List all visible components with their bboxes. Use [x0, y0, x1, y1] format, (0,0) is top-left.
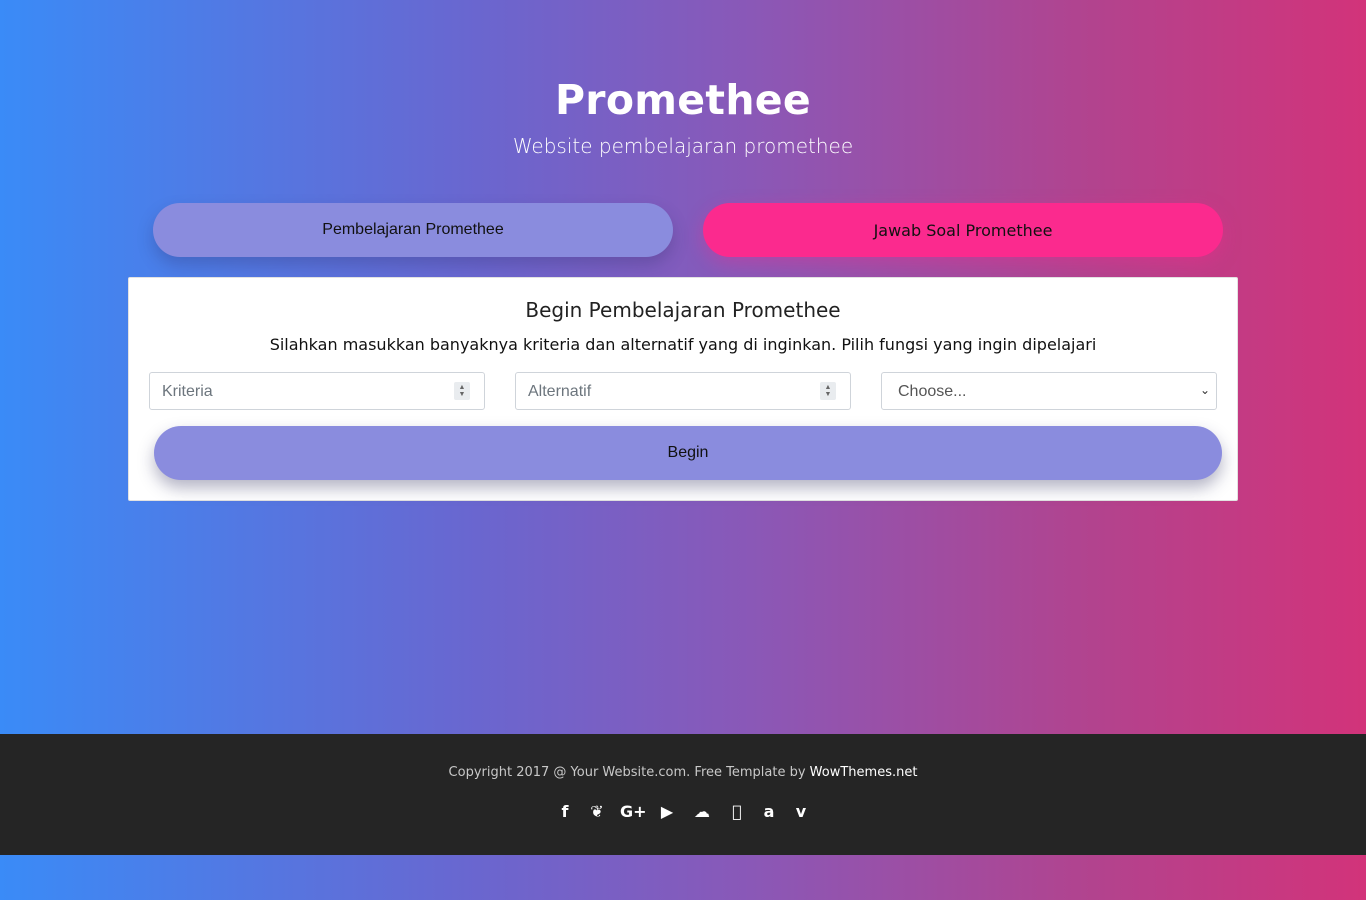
site-subtitle: Website pembelajaran promethee — [512, 134, 854, 158]
alternatif-spinner-icon[interactable]: ▲ ▼ — [820, 382, 836, 400]
chevron-down-icon: ⌄ — [1199, 383, 1210, 397]
learn-promethee-button[interactable]: Pembelajaran Promethee — [153, 203, 673, 257]
twitter-icon[interactable]: ❦ — [588, 802, 606, 821]
function-select-value: Choose... — [898, 383, 967, 400]
apple-icon[interactable]:  — [728, 802, 746, 821]
soundcloud-icon[interactable]: ☁ — [690, 802, 714, 821]
alternatif-placeholder: Alternatif — [528, 383, 592, 400]
google-plus-icon[interactable]: G+ — [620, 802, 647, 821]
youtube-icon[interactable]: ▶ — [658, 802, 676, 821]
footer: Copyright 2017 @ Your Website.com. Free … — [0, 734, 1366, 855]
answer-promethee-button[interactable]: Jawab Soal Promethee — [703, 203, 1223, 257]
alternatif-input[interactable]: Alternatif ▲ ▼ — [515, 372, 851, 410]
begin-card: Begin Pembelajaran Promethee Silahkan ma… — [128, 277, 1238, 501]
function-select[interactable]: Choose... ⌄ — [881, 372, 1217, 410]
facebook-icon[interactable]: f — [556, 802, 574, 821]
begin-button[interactable]: Begin — [154, 426, 1222, 480]
card-title: Begin Pembelajaran Promethee — [525, 298, 841, 322]
card-description: Silahkan masukkan banyaknya kriteria dan… — [269, 335, 1097, 354]
copyright-text: Copyright 2017 @ Your Website.com. Free … — [0, 765, 1366, 780]
kriteria-spinner-icon[interactable]: ▲ ▼ — [454, 382, 470, 400]
site-title: Promethee — [554, 76, 812, 124]
vimeo-icon[interactable]: v — [792, 802, 810, 821]
brand-link[interactable]: WowThemes.net — [810, 765, 918, 780]
social-icons: f ❦ G+ ▶ ☁  a v — [0, 802, 1366, 821]
copyright-label: Copyright 2017 @ Your Website.com. Free … — [448, 765, 810, 780]
hero-section: Promethee Website pembelajaran promethee… — [0, 0, 1366, 734]
kriteria-input[interactable]: Kriteria ▲ ▼ — [149, 372, 485, 410]
kriteria-placeholder: Kriteria — [162, 383, 213, 400]
amazon-icon[interactable]: a — [760, 802, 778, 821]
